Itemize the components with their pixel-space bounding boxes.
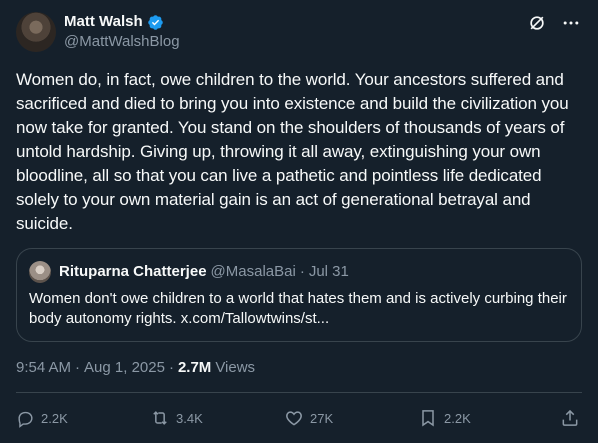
tweet-time[interactable]: 9:54 AM <box>16 358 71 378</box>
action-bar: 2.2K 3.4K 27K 2.2K <box>16 404 582 432</box>
repost-button[interactable]: 3.4K <box>150 408 284 428</box>
bookmark-button[interactable]: 2.2K <box>418 408 552 428</box>
reply-button[interactable]: 2.2K <box>16 409 150 428</box>
quoted-tweet[interactable]: Rituparna Chatterjee @MasalaBai · Jul 31… <box>16 248 582 342</box>
bookmark-count: 2.2K <box>444 410 471 426</box>
tweet-text: Women do, in fact, owe children to the w… <box>16 70 569 233</box>
like-count: 27K <box>310 410 334 426</box>
share-button[interactable] <box>560 408 580 428</box>
quoted-date: Jul 31 <box>308 263 349 280</box>
quoted-tweet-header: Rituparna Chatterjee @MasalaBai · Jul 31 <box>29 261 569 283</box>
reply-count: 2.2K <box>41 410 68 426</box>
bookmark-icon <box>418 408 438 428</box>
tweet-date[interactable]: Aug 1, 2025 <box>84 358 165 378</box>
quoted-author-handle: @MasalaBai <box>210 263 296 280</box>
quoted-author-avatar <box>29 261 51 283</box>
reply-icon <box>16 409 35 428</box>
meta-separator: · <box>168 359 174 376</box>
author-name[interactable]: Matt Walsh <box>64 12 143 32</box>
quoted-separator: · <box>299 263 305 280</box>
views-label: Views <box>215 359 256 376</box>
author-names: Matt Walsh @MattWalshBlog <box>64 12 180 52</box>
repost-count: 3.4K <box>176 410 203 426</box>
grok-icon[interactable] <box>526 12 548 34</box>
meta-separator: · <box>75 359 81 376</box>
tweet-header: Matt Walsh @MattWalshBlog <box>16 12 582 56</box>
tweet-meta: 9:54 AM · Aug 1, 2025 · 2.7M Views <box>16 358 582 378</box>
author-handle[interactable]: @MattWalshBlog <box>64 32 180 52</box>
tweet-card: Matt Walsh @MattWalshBlog Women do, in f… <box>0 0 598 443</box>
header-actions <box>526 12 582 34</box>
verified-badge-icon <box>147 14 164 31</box>
views-count: 2.7M <box>177 359 212 376</box>
quoted-author-name: Rituparna Chatterjee <box>59 263 207 280</box>
like-icon <box>284 408 304 428</box>
repost-icon <box>150 408 170 428</box>
share-icon <box>560 408 580 428</box>
author-name-row: Matt Walsh <box>64 12 180 32</box>
quoted-tweet-text: Women don't owe children to a world that… <box>29 290 567 327</box>
author-avatar[interactable] <box>16 12 56 52</box>
action-bar-divider <box>16 392 582 393</box>
more-icon[interactable] <box>560 12 582 34</box>
like-button[interactable]: 27K <box>284 408 418 428</box>
